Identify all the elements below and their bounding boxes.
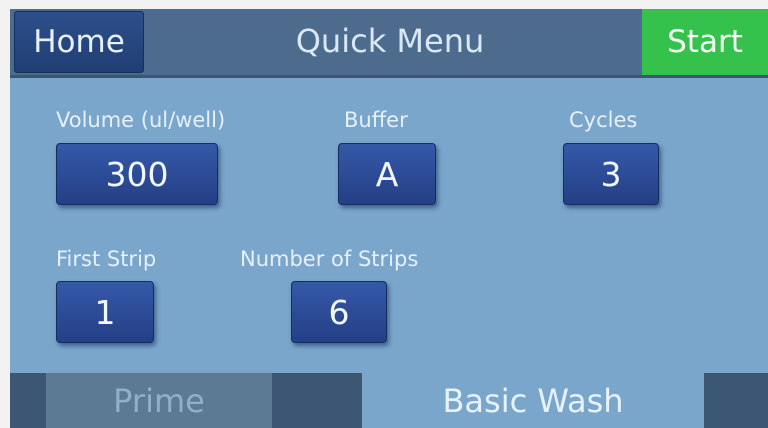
volume-button[interactable]: 300 [56,143,218,205]
tab-prime[interactable]: Prime [46,373,272,428]
number-of-strips-label: Number of Strips [240,247,419,271]
volume-label: Volume (ul/well) [56,108,226,132]
buffer-button[interactable]: A [338,143,436,205]
number-of-strips-button[interactable]: 6 [291,281,387,343]
cycles-label: Cycles [569,108,638,132]
header-bar: Home Quick Menu Start [10,9,768,78]
page-title: Quick Menu [295,22,485,60]
cycles-button[interactable]: 3 [563,143,659,205]
tab-basic-wash[interactable]: Basic Wash [362,373,704,428]
first-strip-label: First Strip [56,247,157,271]
device-screen: Home Quick Menu Start Volume (ul/well) 3… [10,9,768,428]
start-button[interactable]: Start [642,9,768,75]
home-button[interactable]: Home [14,11,144,73]
buffer-label: Buffer [344,108,408,132]
tab-bar: Prime Basic Wash [10,373,768,428]
first-strip-button[interactable]: 1 [56,281,154,343]
